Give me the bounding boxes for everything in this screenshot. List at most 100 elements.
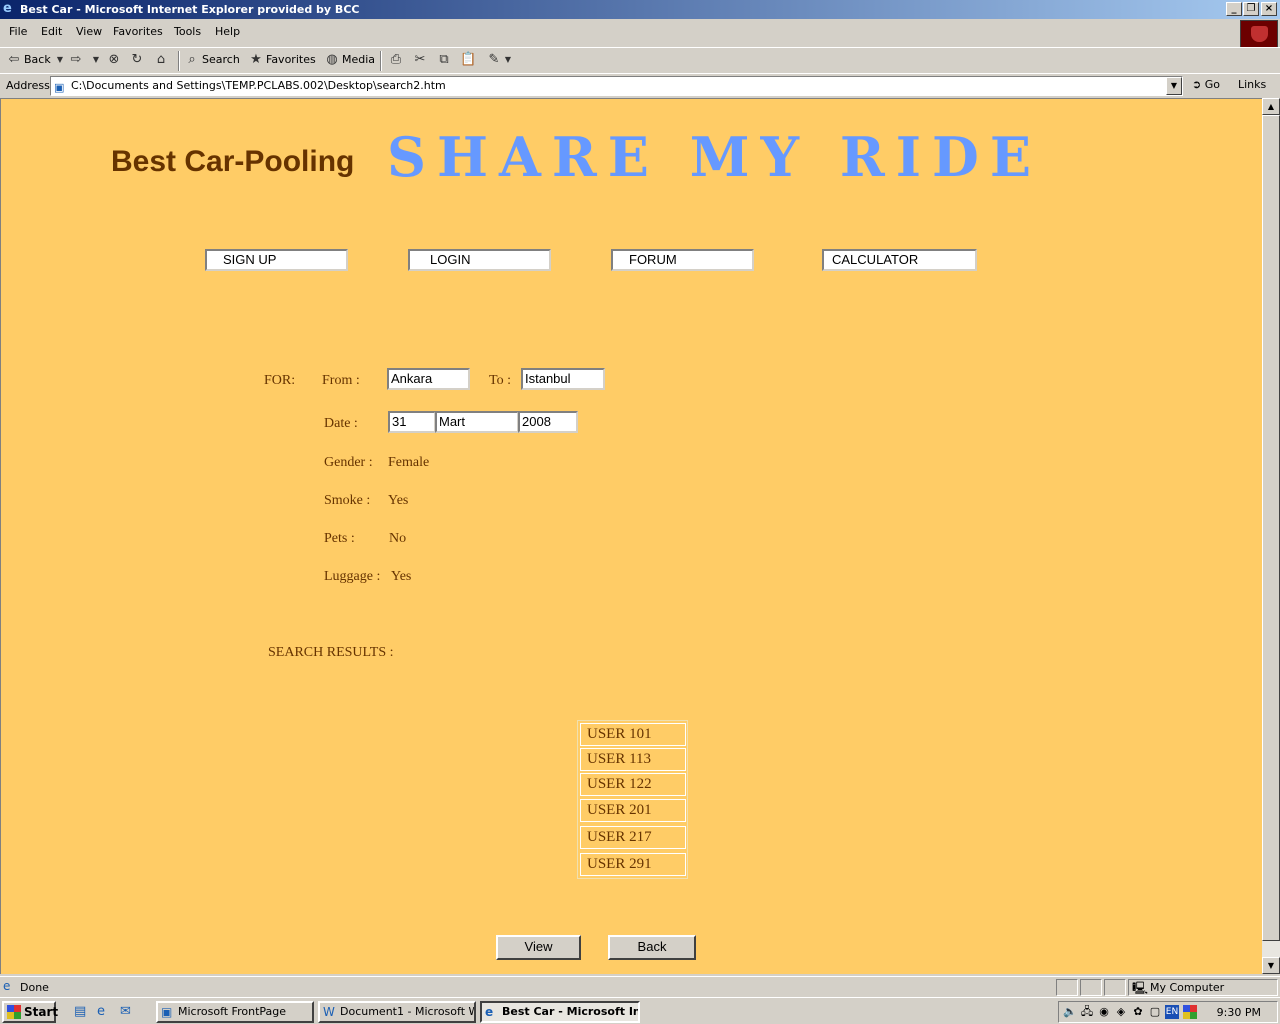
security-zone: My Computer xyxy=(1150,981,1225,994)
result-user-217[interactable]: USER 217 xyxy=(580,826,686,849)
print-icon[interactable]: ⎙ xyxy=(388,52,404,68)
address-input[interactable]: ▣ C:\Documents and Settings\TEMP.PCLABS.… xyxy=(50,76,1183,96)
paste-icon[interactable]: 📋 xyxy=(460,52,476,68)
start-label: Start xyxy=(24,1005,59,1019)
vertical-scrollbar[interactable]: ▲ ▼ xyxy=(1262,98,1280,974)
menu-edit[interactable]: Edit xyxy=(41,25,62,38)
start-button[interactable]: Start xyxy=(2,1001,59,1023)
tray-app-icon[interactable]: ▢ xyxy=(1148,1005,1162,1019)
menu-favorites[interactable]: Favorites xyxy=(113,25,163,38)
forward-arrow-icon[interactable]: ⇨ xyxy=(68,52,84,68)
tray-app-icon[interactable]: ✿ xyxy=(1131,1005,1145,1019)
smoke-value: Yes xyxy=(388,493,409,508)
menu-file[interactable]: File xyxy=(9,25,27,38)
date-month-field[interactable]: Mart xyxy=(435,411,519,433)
task-label: Best Car - Microsoft In... xyxy=(502,1005,640,1018)
task-ie[interactable]: e Best Car - Microsoft In... xyxy=(480,1001,640,1023)
search-icon[interactable]: ⌕ xyxy=(184,52,200,68)
result-user-201[interactable]: USER 201 xyxy=(580,799,686,822)
from-field[interactable]: Ankara xyxy=(387,368,470,390)
back-arrow-icon[interactable]: ⇦ xyxy=(6,52,22,68)
windows-flag-icon[interactable] xyxy=(1183,1005,1197,1019)
tray-app-icon[interactable]: ◈ xyxy=(1114,1005,1128,1019)
scroll-thumb[interactable] xyxy=(1262,115,1280,941)
copy-icon[interactable]: ⧉ xyxy=(436,52,452,68)
search-button[interactable]: Search xyxy=(202,53,240,66)
toolbar: ⇦ Back ▼ ⇨ ▼ ⊗ ↻ ⌂ ⌕ Search ★ Favorites … xyxy=(0,47,1280,73)
result-user-122[interactable]: USER 122 xyxy=(580,773,686,796)
task-word[interactable]: W Document1 - Microsoft W... xyxy=(318,1001,476,1023)
status-bar: e Done 🖳 My Computer xyxy=(0,976,1280,996)
status-pane xyxy=(1104,979,1126,996)
site-headline: SHARE MY RIDE xyxy=(387,125,1042,189)
address-url: C:\Documents and Settings\TEMP.PCLABS.00… xyxy=(71,79,446,92)
gender-value: Female xyxy=(388,455,430,470)
minimize-button[interactable]: _ xyxy=(1226,2,1242,16)
refresh-icon[interactable]: ↻ xyxy=(129,52,145,68)
luggage-label: Luggage : xyxy=(324,569,381,584)
smoke-label: Smoke : xyxy=(324,493,371,508)
window-title: Best Car - Microsoft Internet Explorer p… xyxy=(20,3,360,16)
result-user-101[interactable]: USER 101 xyxy=(580,723,686,746)
scroll-down-icon[interactable]: ▼ xyxy=(1262,957,1280,974)
address-dropdown-icon[interactable]: ▼ xyxy=(1166,77,1182,95)
menu-bar: File Edit View Favorites Tools Help xyxy=(0,21,1238,43)
menu-view[interactable]: View xyxy=(76,25,102,38)
nav-forum[interactable]: FORUM xyxy=(611,249,754,271)
menu-help[interactable]: Help xyxy=(215,25,240,38)
view-button[interactable]: View xyxy=(496,935,581,960)
status-pane xyxy=(1080,979,1102,996)
go-button[interactable]: ➲ Go xyxy=(1192,78,1220,91)
network-icon[interactable]: 🖧 xyxy=(1080,1005,1094,1019)
volume-icon[interactable]: 🔈 xyxy=(1063,1005,1077,1019)
word-icon: W xyxy=(323,1005,335,1019)
back-dropdown-icon[interactable]: ▼ xyxy=(52,52,68,68)
back-button[interactable]: Back xyxy=(24,53,51,66)
page-icon: ▣ xyxy=(54,81,65,94)
nav-login[interactable]: LOGIN xyxy=(408,249,551,271)
links-button[interactable]: Links xyxy=(1238,78,1266,91)
toolbar-separator xyxy=(178,51,180,71)
frontpage-icon: ▣ xyxy=(161,1005,173,1019)
result-user-291[interactable]: USER 291 xyxy=(580,853,686,876)
task-frontpage[interactable]: ▣ Microsoft FrontPage xyxy=(156,1001,314,1023)
luggage-value: Yes xyxy=(391,569,412,584)
nav-signup[interactable]: SIGN UP xyxy=(205,249,348,271)
ie-quicklaunch-icon[interactable]: e xyxy=(97,1004,105,1019)
to-field[interactable]: Istanbul xyxy=(521,368,605,390)
forward-dropdown-icon[interactable]: ▼ xyxy=(88,52,104,68)
cut-icon[interactable]: ✂ xyxy=(412,52,428,68)
date-day-field[interactable]: 31 xyxy=(388,411,436,433)
address-bar: Address ▣ C:\Documents and Settings\TEMP… xyxy=(0,73,1280,97)
system-tray: 🔈 🖧 ◉ ◈ ✿ ▢ EN 9:30 PM xyxy=(1058,1001,1278,1023)
show-desktop-icon[interactable]: ▤ xyxy=(74,1004,86,1019)
language-indicator[interactable]: EN xyxy=(1165,1005,1179,1019)
favorites-icon[interactable]: ★ xyxy=(248,52,264,68)
for-label: FOR: xyxy=(264,373,296,388)
status-text: Done xyxy=(20,981,49,994)
date-year-field[interactable]: 2008 xyxy=(518,411,578,433)
media-button[interactable]: Media xyxy=(342,53,375,66)
toolbar-separator xyxy=(380,51,382,71)
favorites-button[interactable]: Favorites xyxy=(266,53,316,66)
result-user-113[interactable]: USER 113 xyxy=(580,748,686,771)
ie-icon: e xyxy=(3,1,12,16)
search-results-label: SEARCH RESULTS : xyxy=(268,645,394,660)
edit-dropdown-icon[interactable]: ▼ xyxy=(500,52,516,68)
media-icon[interactable]: ◍ xyxy=(324,52,340,68)
date-label: Date : xyxy=(324,416,358,431)
scroll-up-icon[interactable]: ▲ xyxy=(1262,98,1280,115)
restore-button[interactable]: ❐ xyxy=(1243,2,1259,16)
back-page-button[interactable]: Back xyxy=(608,935,696,960)
search-results-list: USER 101 USER 113 USER 122 USER 201 USER… xyxy=(577,720,688,879)
stop-icon[interactable]: ⊗ xyxy=(106,52,122,68)
windows-logo-icon xyxy=(7,1005,21,1019)
home-icon[interactable]: ⌂ xyxy=(153,52,169,68)
window-title-bar[interactable]: e Best Car - Microsoft Internet Explorer… xyxy=(0,0,1280,19)
menu-tools[interactable]: Tools xyxy=(174,25,201,38)
gender-label: Gender : xyxy=(324,455,373,470)
close-button[interactable]: × xyxy=(1261,2,1277,16)
outlook-quicklaunch-icon[interactable]: ✉ xyxy=(120,1004,131,1019)
nav-calculator[interactable]: CALCULATOR xyxy=(822,249,977,271)
tray-app-icon[interactable]: ◉ xyxy=(1097,1005,1111,1019)
